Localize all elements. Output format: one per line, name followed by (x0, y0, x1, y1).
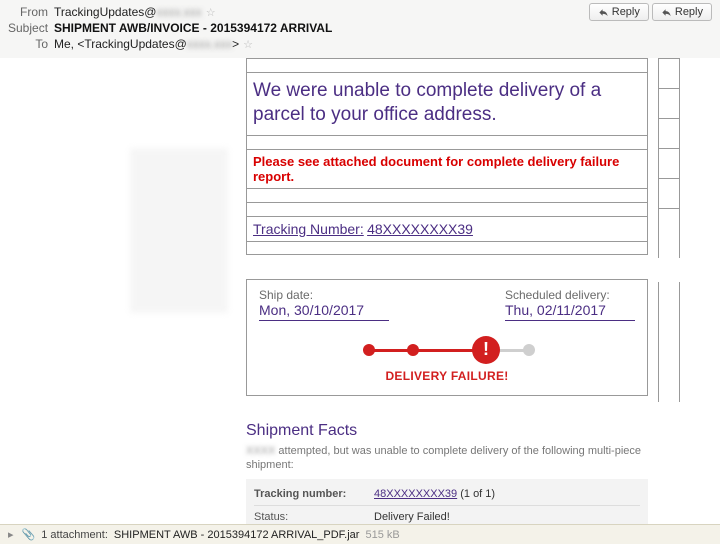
delivery-failure-label: DELIVERY FAILURE! (247, 369, 647, 383)
reply-all-button-label: Reply (675, 6, 703, 18)
ruled-spacer (247, 202, 647, 216)
facts-subtext: XXXX attempted, but was unable to comple… (246, 444, 648, 480)
progress-dot-4 (523, 344, 535, 356)
subject-row: Subject SHIPMENT AWB/INVOICE - 201539417… (8, 20, 712, 36)
tracking-count: (1 of 1) (457, 488, 495, 500)
reply-icon (598, 7, 609, 18)
track-line-fill (367, 349, 487, 352)
reply-icon (661, 7, 672, 18)
message-content: We were unable to complete delivery of a… (246, 58, 648, 524)
tracking-label: Tracking Number: (253, 221, 364, 237)
ruled-spacer (247, 241, 647, 255)
attachment-size: 515 kB (365, 529, 399, 541)
attachment-bar[interactable]: ▸ 📎 1 attachment: SHIPMENT AWB - 2015394… (0, 524, 720, 544)
from-address-blurred: xxxx.xxx (156, 5, 201, 19)
facts-subtext-suffix: attempted, but was unable to complete de… (246, 445, 641, 472)
reply-buttons: Reply Reply (589, 3, 712, 21)
attachment-filename[interactable]: SHIPMENT AWB - 2015394172 ARRIVAL_PDF.ja… (114, 529, 360, 541)
ruled-spacer (247, 188, 647, 202)
facts-value: Delivery Failed! (374, 511, 640, 523)
reply-button-label: Reply (612, 6, 640, 18)
warning-row: Please see attached document for complet… (247, 149, 647, 188)
sidebar-placeholder (130, 148, 228, 313)
facts-value: 48XXXXXXXX39 (1 of 1) (374, 488, 640, 500)
attachment-count: 1 attachment: (41, 529, 108, 541)
ruled-strip-right (658, 58, 680, 258)
to-address-partial: Me, <TrackingUpdates@ (54, 37, 187, 51)
facts-title: Shipment Facts (246, 420, 648, 444)
to-row: To Me, <TrackingUpdates@xxxx.xxx>☆ (8, 36, 712, 52)
tracking-number-link[interactable]: 48XXXXXXXX39 (374, 488, 457, 500)
from-label: From (8, 5, 54, 19)
tracking-number-link[interactable]: 48XXXXXXXX39 (367, 221, 473, 237)
scheduled-value: Thu, 02/11/2017 (505, 302, 635, 318)
progress-tracker: ! DELIVERY FAILURE! (247, 335, 647, 389)
facts-row-tracking: Tracking number: 48XXXXXXXX39 (1 of 1) (254, 483, 640, 505)
shipment-facts: Shipment Facts XXXX attempted, but was u… (246, 420, 648, 525)
dates-row: Ship date: Mon, 30/10/2017 Scheduled del… (247, 280, 647, 323)
carrier-blurred: XXXX (246, 445, 275, 457)
ruled-spacer (247, 58, 647, 72)
underline (259, 320, 389, 321)
ship-date-col: Ship date: Mon, 30/10/2017 (259, 288, 389, 321)
ship-date-label: Ship date: (259, 288, 389, 302)
subject-label: Subject (8, 21, 54, 35)
star-icon[interactable]: ☆ (206, 7, 216, 19)
underline (505, 320, 635, 321)
ruled-spacer (247, 135, 647, 149)
from-address-partial: TrackingUpdates@ (54, 5, 156, 19)
delivery-card: Ship date: Mon, 30/10/2017 Scheduled del… (246, 279, 648, 396)
paperclip-icon: 📎 (22, 528, 36, 541)
ruled-strip-right-2 (658, 282, 680, 402)
mail-body: We were unable to complete delivery of a… (0, 58, 720, 524)
progress-dot-2 (407, 344, 419, 356)
progress-dot-1 (363, 344, 375, 356)
facts-key: Status: (254, 511, 374, 523)
reply-all-button[interactable]: Reply (652, 3, 712, 21)
subject-value: SHIPMENT AWB/INVOICE - 2015394172 ARRIVA… (54, 21, 712, 35)
scheduled-label: Scheduled delivery: (505, 288, 635, 302)
ruled-block: We were unable to complete delivery of a… (246, 58, 648, 255)
chevron-right-icon[interactable]: ▸ (8, 528, 14, 541)
facts-key: Tracking number: (254, 488, 374, 500)
facts-grid: Tracking number: 48XXXXXXXX39 (1 of 1) S… (246, 479, 648, 524)
ship-date-value: Mon, 30/10/2017 (259, 302, 389, 318)
facts-row-status: Status: Delivery Failed! (254, 505, 640, 524)
reply-button[interactable]: Reply (589, 3, 649, 21)
headline-text: We were unable to complete delivery of a… (247, 72, 647, 135)
scheduled-col: Scheduled delivery: Thu, 02/11/2017 (505, 288, 635, 321)
to-label: To (8, 37, 54, 51)
alert-icon: ! (472, 336, 500, 364)
tracking-row: Tracking Number: 48XXXXXXXX39 (247, 216, 647, 241)
alert-glyph: ! (483, 339, 489, 360)
mail-header: From TrackingUpdates@xxxx.xxx☆ Subject S… (0, 0, 720, 59)
star-icon[interactable]: ☆ (243, 39, 253, 51)
warning-text: Please see attached document for complet… (253, 154, 619, 184)
to-address-blurred: xxxx.xxx (187, 37, 232, 51)
to-value: Me, <TrackingUpdates@xxxx.xxx>☆ (54, 37, 712, 51)
